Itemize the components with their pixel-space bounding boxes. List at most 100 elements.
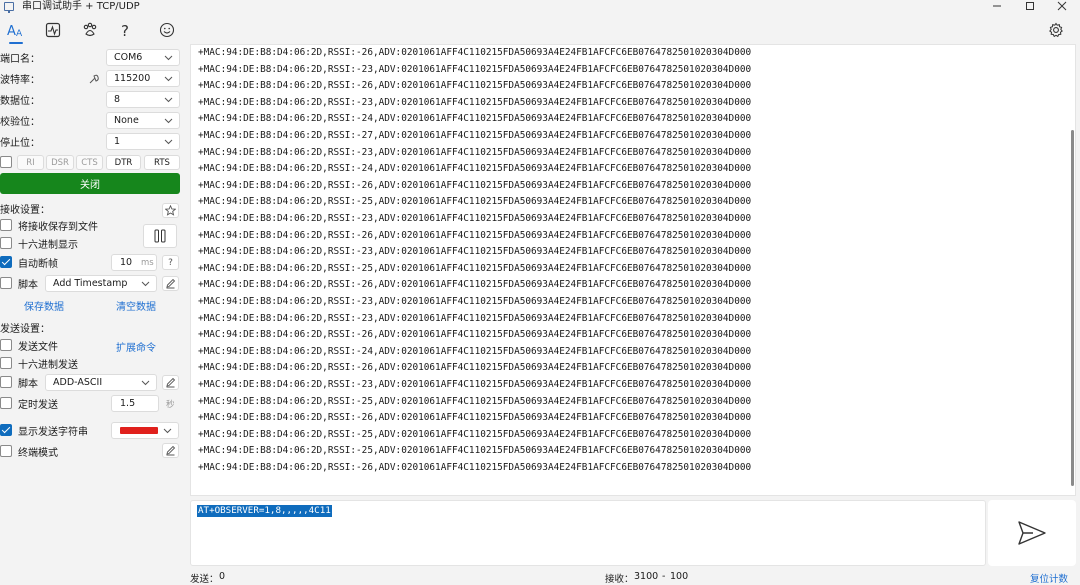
auto-frame-checkbox[interactable]	[0, 256, 12, 268]
send-button[interactable]	[988, 500, 1076, 566]
log-line: +MAC:94:DE:B8:D4:06:2D,RSSI:-23,ADV:0201…	[198, 379, 752, 390]
log-line: +MAC:94:DE:B8:D4:06:2D,RSSI:-24,ADV:0201…	[198, 163, 752, 175]
help-icon: ?	[121, 22, 129, 38]
close-window-button[interactable]	[1047, 0, 1077, 12]
databits-value: 8	[114, 94, 121, 105]
send-script-select[interactable]: ADD-ASCII	[45, 374, 157, 391]
terminal-mode-edit-button[interactable]	[162, 443, 179, 458]
databits-select[interactable]: 8	[106, 91, 180, 108]
timed-send-input[interactable]: 1.5	[111, 395, 159, 412]
chart-button[interactable]	[42, 19, 64, 41]
save-data-link[interactable]: 保存数据	[24, 298, 64, 313]
save-to-file-label: 将接收保存到文件	[18, 221, 98, 233]
rts-button[interactable]: RTS	[144, 155, 180, 170]
terminal-mode-checkbox[interactable]	[0, 445, 12, 457]
send-script-value: ADD-ASCII	[53, 377, 103, 388]
baud-value: 115200	[114, 73, 151, 84]
recv-count-extra: 100	[670, 571, 689, 582]
hex-send-checkbox[interactable]	[0, 357, 12, 369]
log-line: +MAC:94:DE:B8:D4:06:2D,RSSI:-25,ADV:0201…	[198, 445, 752, 457]
left-panel: 端口名： COM6 波特率： 115200 数据位： 8 校验位： None 停…	[0, 44, 186, 570]
port-value: COM6	[114, 52, 143, 63]
send-script-checkbox[interactable]	[0, 376, 12, 388]
recv-count-value: 3100	[634, 571, 659, 582]
log-line: +MAC:94:DE:B8:D4:06:2D,RSSI:-23,ADV:0201…	[198, 246, 752, 258]
send-file-checkbox[interactable]	[0, 339, 12, 351]
recv-count-label: 接收：	[605, 574, 634, 585]
timed-send-unit: 秒	[166, 400, 175, 410]
dtr-button[interactable]: DTR	[106, 155, 141, 170]
send-color-picker[interactable]	[111, 422, 179, 439]
parity-label: 校验位：	[0, 116, 40, 128]
settings-button[interactable]	[1045, 19, 1067, 41]
log-line: +MAC:94:DE:B8:D4:06:2D,RSSI:-26,ADV:0201…	[198, 179, 752, 191]
receive-script-edit-button[interactable]	[162, 276, 179, 291]
reset-count-link[interactable]: 复位计数	[1030, 571, 1068, 585]
save-to-file-checkbox[interactable]	[0, 219, 12, 231]
terminal-mode-label: 终端模式	[18, 447, 58, 459]
star-icon	[165, 205, 176, 216]
pins-checkbox[interactable]	[0, 156, 12, 168]
status-bar: 发送： 0 接收： 3100 - 100 复位计数	[0, 569, 1080, 585]
app-icon	[4, 2, 14, 13]
window-title: 串口调试助手 + TCP/UDP	[22, 1, 140, 12]
receive-script-checkbox[interactable]	[0, 277, 12, 289]
log-line: +MAC:94:DE:B8:D4:06:2D,RSSI:-26,ADV:0201…	[198, 47, 752, 58]
send-settings-header: 发送设置：	[0, 323, 50, 335]
favorite-button[interactable]	[162, 203, 179, 218]
baud-select[interactable]: 115200	[106, 70, 180, 87]
close-port-button[interactable]: 关闭	[0, 173, 180, 194]
help-button[interactable]: ?	[115, 19, 137, 41]
sent-count-label: 发送：	[190, 574, 219, 585]
port-select[interactable]: COM6	[106, 49, 180, 66]
log-line: +MAC:94:DE:B8:D4:06:2D,RSSI:-25,ADV:0201…	[198, 395, 752, 407]
hex-send-label: 十六进制发送	[18, 359, 78, 371]
paw-button[interactable]	[79, 19, 101, 41]
timed-send-checkbox[interactable]	[0, 397, 12, 409]
send-input-value: AT+OBSERVER=1,8,,,,,4C11	[197, 505, 332, 517]
send-script-edit-button[interactable]	[162, 375, 179, 390]
hex-display-checkbox[interactable]	[0, 237, 12, 249]
log-scrollbar[interactable]	[1071, 130, 1074, 486]
log-line: +MAC:94:DE:B8:D4:06:2D,RSSI:-23,ADV:0201…	[198, 146, 752, 158]
minimize-button[interactable]	[982, 0, 1012, 12]
send-input[interactable]: AT+OBSERVER=1,8,,,,,4C11	[190, 500, 986, 566]
smiley-icon	[159, 22, 175, 38]
log-line: +MAC:94:DE:B8:D4:06:2D,RSSI:-24,ADV:0201…	[198, 345, 752, 357]
maximize-icon	[1026, 2, 1034, 10]
extend-command-link[interactable]: 扩展命令	[116, 339, 156, 354]
databits-label: 数据位：	[0, 95, 40, 107]
send-icon	[1018, 521, 1046, 545]
pencil-icon	[166, 445, 176, 456]
log-line: +MAC:94:DE:B8:D4:06:2D,RSSI:-26,ADV:0201…	[198, 412, 752, 424]
svg-text:A: A	[7, 24, 16, 38]
log-line: +MAC:94:DE:B8:D4:06:2D,RSSI:-25,ADV:0201…	[198, 262, 752, 274]
minimize-icon	[993, 5, 1001, 7]
pause-button[interactable]	[143, 224, 177, 248]
auto-frame-help-button[interactable]: ?	[162, 255, 179, 270]
feedback-button[interactable]	[156, 19, 178, 41]
text-format-icon: AA	[7, 24, 23, 38]
log-line: +MAC:94:DE:B8:D4:06:2D,RSSI:-25,ADV:0201…	[198, 196, 752, 208]
log-line: +MAC:94:DE:B8:D4:06:2D,RSSI:-26,ADV:0201…	[198, 329, 752, 341]
baud-label: 波特率：	[0, 74, 40, 86]
hex-display-label: 十六进制显示	[18, 239, 78, 251]
pencil-icon	[166, 278, 176, 289]
receive-log[interactable]: +MAC:94:DE:B8:D4:06:2D,RSSI:-26,ADV:0201…	[190, 44, 1076, 496]
pencil-icon	[166, 377, 176, 388]
text-format-button[interactable]: AA	[5, 19, 27, 44]
chevron-down-icon	[164, 118, 173, 124]
show-send-string-checkbox[interactable]	[0, 424, 12, 436]
recv-count-separator: -	[662, 571, 666, 582]
clear-data-link[interactable]: 清空数据	[116, 298, 156, 313]
stopbits-select[interactable]: 1	[106, 133, 180, 150]
parity-select[interactable]: None	[106, 112, 180, 129]
receive-script-value: Add Timestamp	[53, 278, 128, 289]
receive-script-label: 脚本	[18, 279, 38, 291]
maximize-button[interactable]	[1015, 0, 1045, 12]
send-file-label: 发送文件	[18, 341, 58, 353]
receive-script-select[interactable]: Add Timestamp	[45, 275, 157, 292]
baud-tool-icon[interactable]	[88, 73, 100, 85]
send-script-label: 脚本	[18, 378, 38, 390]
log-line: +MAC:94:DE:B8:D4:06:2D,RSSI:-23,ADV:0201…	[198, 296, 752, 307]
